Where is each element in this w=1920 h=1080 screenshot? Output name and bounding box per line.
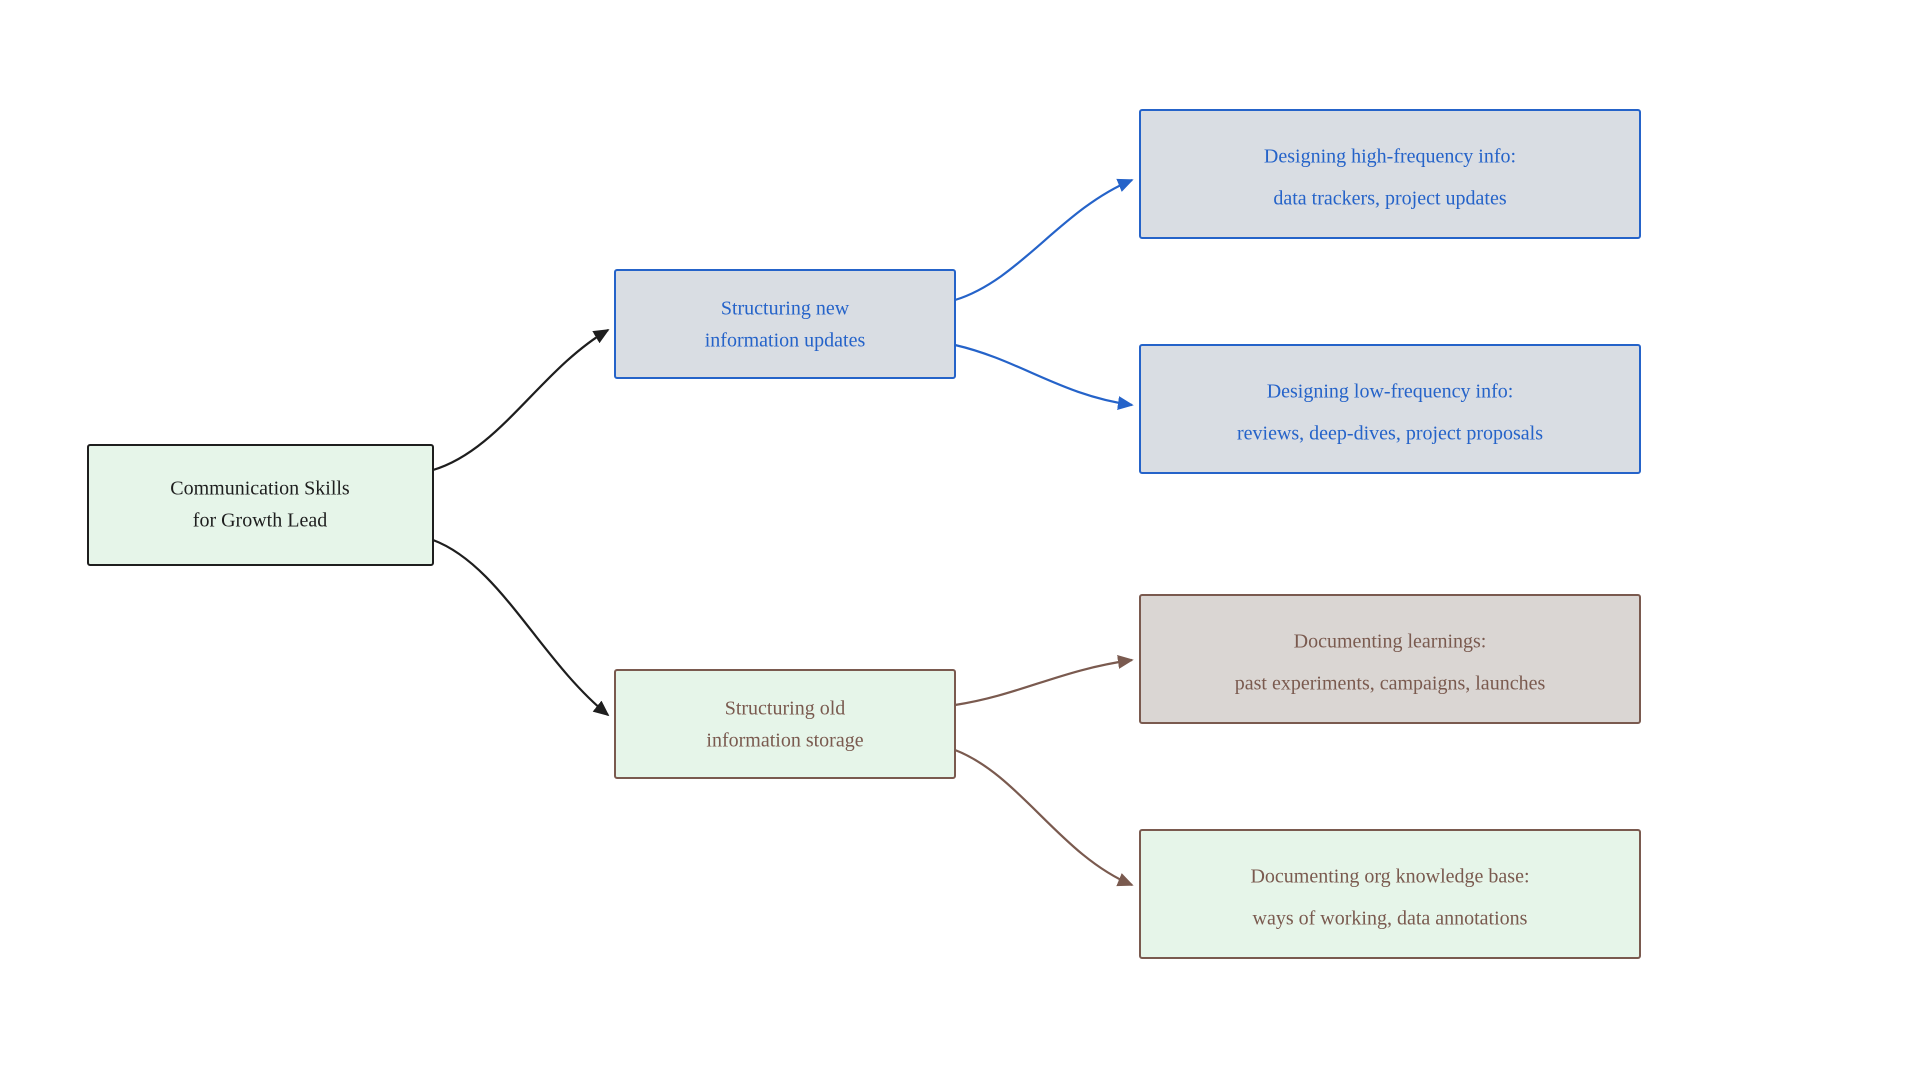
arrow-old-to-learn [955,660,1132,705]
leaf-lf-line1: Designing low-frequency info: [1267,381,1514,403]
leaf-hf-line2: data trackers, project updates [1273,188,1506,210]
root-line2: for Growth Lead [193,510,327,532]
leaf-learn-line2: past experiments, campaigns, launches [1235,673,1546,695]
leaf-hf-line1: Designing high-frequency info: [1264,146,1516,168]
branch-new-info: Structuring new information updates [615,270,955,378]
leaf-lf-line2: reviews, deep-dives, project proposals [1237,423,1543,445]
branch-old-line1: Structuring old [725,698,846,720]
arrow-root-to-new [433,330,608,470]
branch-new-line2: information updates [705,330,866,352]
leaf-kb-line2: ways of working, data annotations [1253,908,1528,930]
leaf-learnings: Documenting learnings: past experiments,… [1140,595,1640,723]
leaf-low-frequency: Designing low-frequency info: reviews, d… [1140,345,1640,473]
leaf-high-frequency: Designing high-frequency info: data trac… [1140,110,1640,238]
branch-old-line2: information storage [706,730,863,752]
branch-new-line1: Structuring new [721,298,850,320]
leaf-learn-line1: Documenting learnings: [1294,631,1487,653]
leaf-kb-line1: Documenting org knowledge base: [1250,866,1529,888]
arrow-new-to-hf [955,180,1132,300]
root-line1: Communication Skills [170,478,350,500]
branch-old-info: Structuring old information storage [615,670,955,778]
arrow-new-to-lf [955,345,1132,405]
arrow-root-to-old [433,540,608,715]
diagram-canvas: Communication Skills for Growth Lead Str… [0,0,1920,1080]
leaf-knowledge-base: Documenting org knowledge base: ways of … [1140,830,1640,958]
arrow-old-to-kb [955,750,1132,885]
root-node: Communication Skills for Growth Lead [88,445,433,565]
